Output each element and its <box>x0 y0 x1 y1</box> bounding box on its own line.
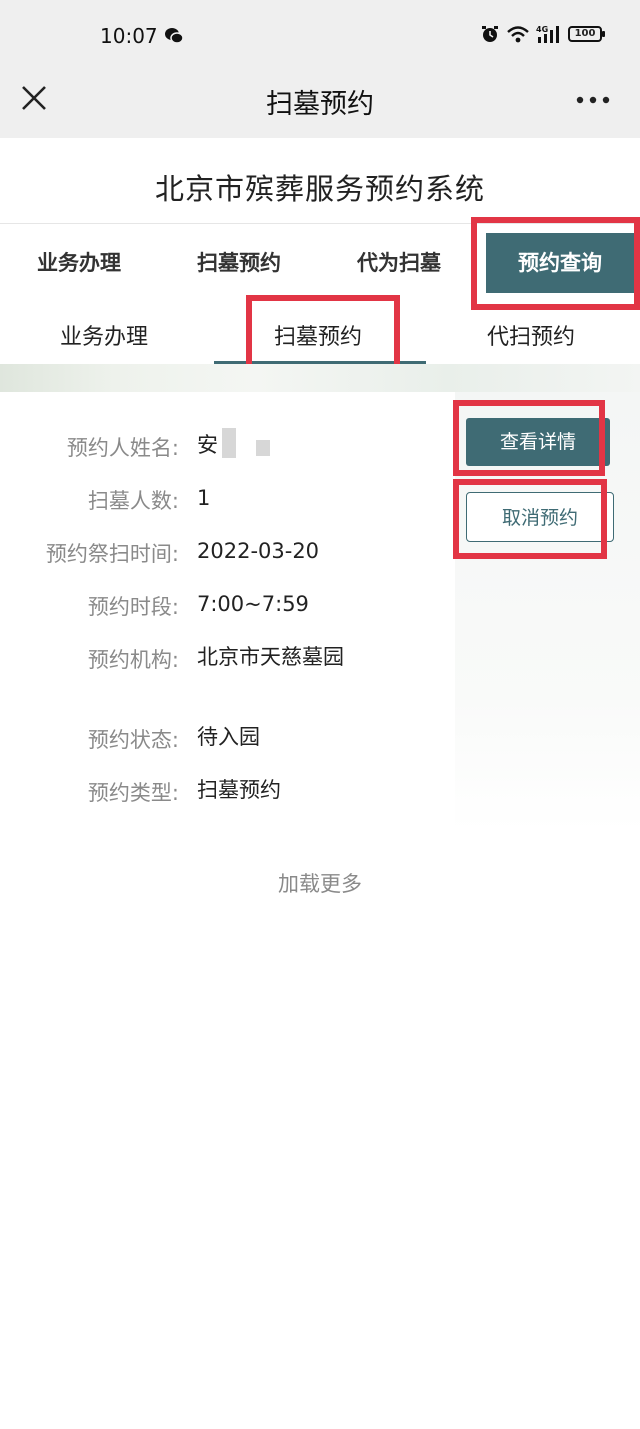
subtab-tomb-booking[interactable]: 扫墓预约 <box>274 319 362 351</box>
battery-icon: 100 <box>568 26 605 42</box>
row-value: 安 <box>197 433 218 457</box>
status-time: 10:07 <box>100 24 158 48</box>
banner-strip <box>0 364 640 392</box>
signal-icon: 4G <box>536 25 559 43</box>
row-label: 预约状态: <box>87 728 179 752</box>
tab-proxy-sweeping[interactable]: 代为扫墓 <box>357 247 441 277</box>
row-label: 扫墓人数: <box>87 489 179 513</box>
alarm-icon <box>482 26 498 42</box>
svg-text:4G: 4G <box>536 25 548 34</box>
nav-bar: 扫墓预约 <box>0 70 640 138</box>
wifi-icon <box>507 26 529 43</box>
row-value: 2022-03-20 <box>197 539 320 563</box>
subtab-proxy-booking[interactable]: 代扫预约 <box>487 319 575 351</box>
row-value: 北京市天慈墓园 <box>197 645 344 669</box>
tab-business[interactable]: 业务办理 <box>37 247 121 277</box>
more-icon[interactable] <box>576 96 610 104</box>
subtab-business[interactable]: 业务办理 <box>60 319 148 351</box>
tab-tomb-booking[interactable]: 扫墓预约 <box>197 247 281 277</box>
system-title: 北京市殡葬服务预约系统 <box>154 172 485 206</box>
nav-title: 扫墓预约 <box>266 89 374 120</box>
row-value: 1 <box>197 486 211 510</box>
row-value: 7:00~7:59 <box>197 592 309 616</box>
row-label: 预约机构: <box>87 648 179 672</box>
view-details-button[interactable]: 查看详情 <box>466 418 610 466</box>
wechat-icon <box>165 28 184 44</box>
cancel-booking-button[interactable]: 取消预约 <box>466 492 614 542</box>
row-label: 预约时段: <box>87 595 179 619</box>
divider <box>0 223 640 224</box>
row-label: 预约类型: <box>87 781 179 805</box>
row-value: 扫墓预约 <box>197 778 281 802</box>
tab-booking-query[interactable]: 预约查询 <box>486 233 634 293</box>
row-label: 预约祭扫时间: <box>45 542 179 566</box>
row-value: 待入园 <box>197 725 260 749</box>
status-bar: 10:07 4G 100 <box>0 0 640 70</box>
status-icons: 4G 100 <box>480 24 605 44</box>
row-label: 预约人姓名: <box>66 436 179 460</box>
load-more-link[interactable]: 加载更多 <box>0 868 640 898</box>
